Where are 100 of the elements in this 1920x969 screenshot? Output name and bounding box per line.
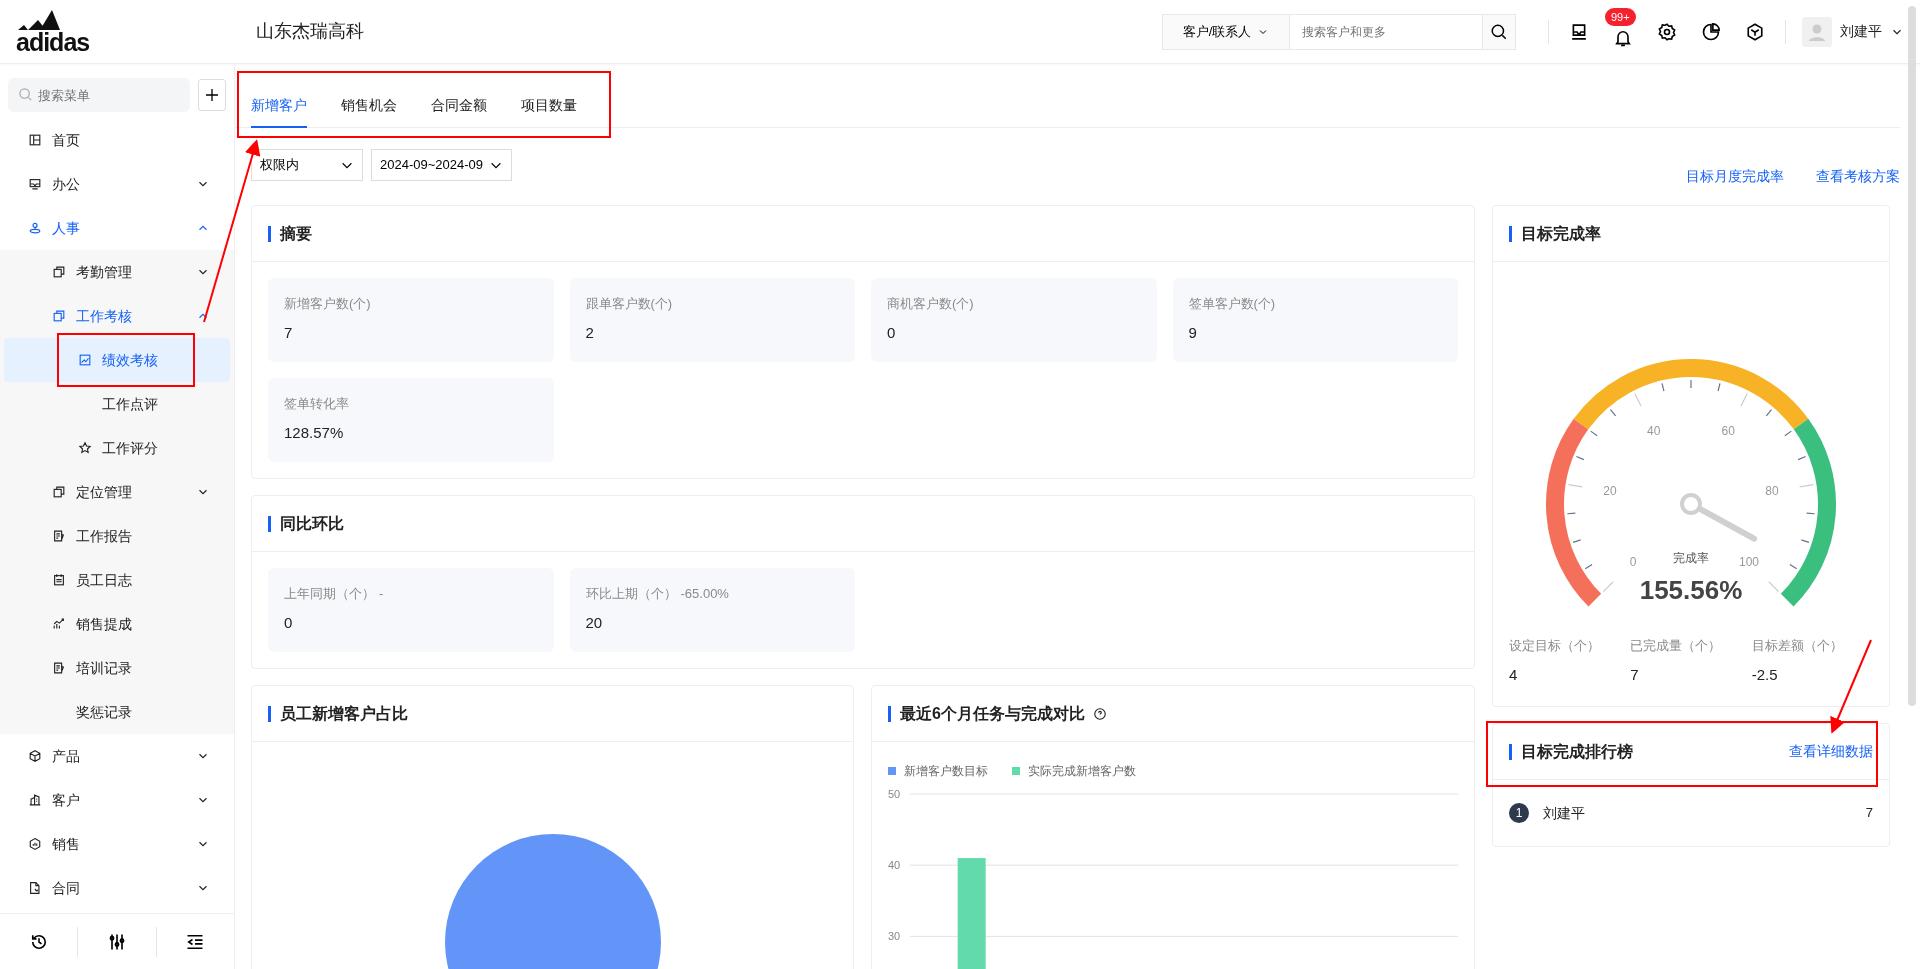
menu-item[interactable]: 绩效考核	[4, 338, 230, 382]
menu-item[interactable]: 奖惩记录	[0, 690, 234, 734]
menu-item[interactable]: 工作报告	[0, 514, 234, 558]
tab[interactable]: 销售机会	[341, 95, 397, 128]
link[interactable]: 目标月度完成率	[1686, 166, 1784, 187]
stat-change: -	[379, 585, 384, 603]
menu-item[interactable]: 考勤管理	[0, 250, 234, 294]
stat-label: 签单转化率	[284, 395, 349, 413]
person-icon	[28, 221, 42, 235]
copy-icon	[52, 309, 66, 323]
tab[interactable]: 项目数量	[521, 95, 577, 128]
search-scope-dropdown[interactable]: 客户/联系人	[1162, 13, 1290, 50]
menu-item[interactable]: 客户	[0, 778, 234, 822]
legend-label: 实际完成新增客户数	[1028, 763, 1136, 780]
menu-item[interactable]: 办公	[0, 162, 234, 206]
scrollbar[interactable]	[1908, 6, 1916, 706]
panel-title: 同比环比	[268, 515, 344, 532]
stat-value: 7	[1630, 664, 1640, 685]
trend-icon	[52, 617, 66, 631]
gauge-tick-label: 100	[1738, 555, 1759, 569]
gauge-caption: 完成率	[1673, 551, 1709, 565]
axis-tick-label: 40	[887, 859, 901, 872]
gauge-tick-label: 60	[1721, 423, 1735, 438]
panel-title: 目标完成率	[1509, 225, 1601, 242]
settings-icon	[1657, 21, 1677, 42]
ranking-name: 刘建平	[1543, 803, 1586, 823]
notification-badge: 99+	[1605, 7, 1636, 26]
gauge-tick-label: 0	[1629, 555, 1637, 569]
menu-item[interactable]: 人事	[0, 206, 234, 250]
stat-label: 上年同期（个）	[284, 585, 375, 603]
plus-icon	[203, 87, 220, 103]
document-icon	[52, 529, 66, 543]
gauge-tick-label: 80	[1765, 484, 1779, 499]
tab[interactable]: 合同金额	[431, 95, 487, 128]
menu-search-field[interactable]: 搜索菜单	[8, 78, 190, 112]
stat-label: 设定目标（个）	[1509, 637, 1601, 655]
gauge-tick-label: 40	[1647, 423, 1661, 438]
panel-title: 最近6个月任务与完成对比	[888, 705, 1085, 722]
image-icon	[78, 353, 92, 367]
search-button[interactable]	[1482, 13, 1516, 50]
tab[interactable]: 新增客户	[251, 95, 307, 128]
stat-value: -2.5	[1751, 664, 1779, 685]
stat-label: 目标差额（个）	[1751, 637, 1844, 655]
menu-item[interactable]: 定位管理	[0, 470, 234, 514]
menu-item[interactable]: 产品	[0, 734, 234, 778]
menu-item[interactable]: 工作点评	[0, 382, 234, 426]
copy-icon	[52, 265, 66, 279]
avatar-icon	[1802, 16, 1832, 47]
menu-item[interactable]: 员工日志	[0, 558, 234, 602]
axis-tick-label: 50	[887, 788, 901, 800]
filter-dropdown[interactable]: 权限内	[251, 148, 363, 181]
stat-value: 7	[284, 322, 294, 343]
copy-icon	[52, 485, 66, 499]
user-name: 刘建平	[1840, 22, 1882, 41]
stat-value: 0	[887, 322, 897, 343]
stat-value: 2	[585, 322, 595, 343]
cube-icon	[1745, 21, 1765, 42]
search-field[interactable]: 搜索客户和更多	[1290, 13, 1482, 50]
gauge-value: 155.56%	[1639, 575, 1743, 605]
stat-label: 跟单客户数(个)	[585, 295, 673, 313]
menu-item[interactable]: 首页	[0, 118, 234, 162]
stat-value: 0	[284, 612, 294, 633]
menu-item[interactable]: 合同	[0, 866, 234, 910]
add-button[interactable]	[197, 79, 226, 111]
hexagon-icon	[28, 837, 42, 851]
building-icon	[28, 793, 42, 807]
company-name: 山东杰瑞高科	[255, 20, 365, 43]
inbox-icon	[1569, 21, 1589, 42]
search-icon	[1490, 22, 1508, 41]
search-icon	[18, 87, 33, 102]
pie-chart-icon	[1701, 21, 1721, 42]
menu-item[interactable]: 工作考核	[0, 294, 234, 338]
tray-icon	[28, 177, 42, 191]
rank-badge: 1	[1509, 803, 1529, 823]
help-icon	[1092, 706, 1107, 721]
link[interactable]: 查看考核方案	[1816, 166, 1900, 187]
filter-dropdown[interactable]: 2024-09~2024-09	[371, 148, 512, 181]
stat-change: -65.00%	[680, 585, 729, 603]
logo-stripes-icon	[16, 8, 62, 30]
star-icon	[78, 441, 92, 455]
stat-label: 新增客户数(个)	[284, 295, 371, 313]
gauge-tick-label: 20	[1603, 484, 1617, 499]
stat-value: 4	[1509, 664, 1519, 685]
stat-label: 签单客户数(个)	[1188, 295, 1276, 313]
stat-value: 20	[585, 612, 604, 633]
calendar-icon	[52, 573, 66, 587]
document-icon	[52, 661, 66, 675]
panel-title: 摘要	[268, 225, 312, 242]
menu-item[interactable]: 销售提成	[0, 602, 234, 646]
axis-tick-label: 30	[887, 930, 901, 943]
menu-item[interactable]: 工作评分	[0, 426, 234, 470]
link[interactable]: 查看详细数据	[1789, 741, 1873, 762]
grid-icon	[28, 133, 42, 147]
stat-value: 9	[1188, 322, 1198, 343]
menu-item[interactable]: 销售	[0, 822, 234, 866]
stat-label: 已完成量（个）	[1630, 637, 1723, 655]
menu-item[interactable]: 培训记录	[0, 646, 234, 690]
stat-label: 商机客户数(个)	[887, 295, 974, 313]
ranking-value: 7	[1865, 804, 1873, 823]
legend-label: 新增客户数目标	[904, 763, 988, 780]
